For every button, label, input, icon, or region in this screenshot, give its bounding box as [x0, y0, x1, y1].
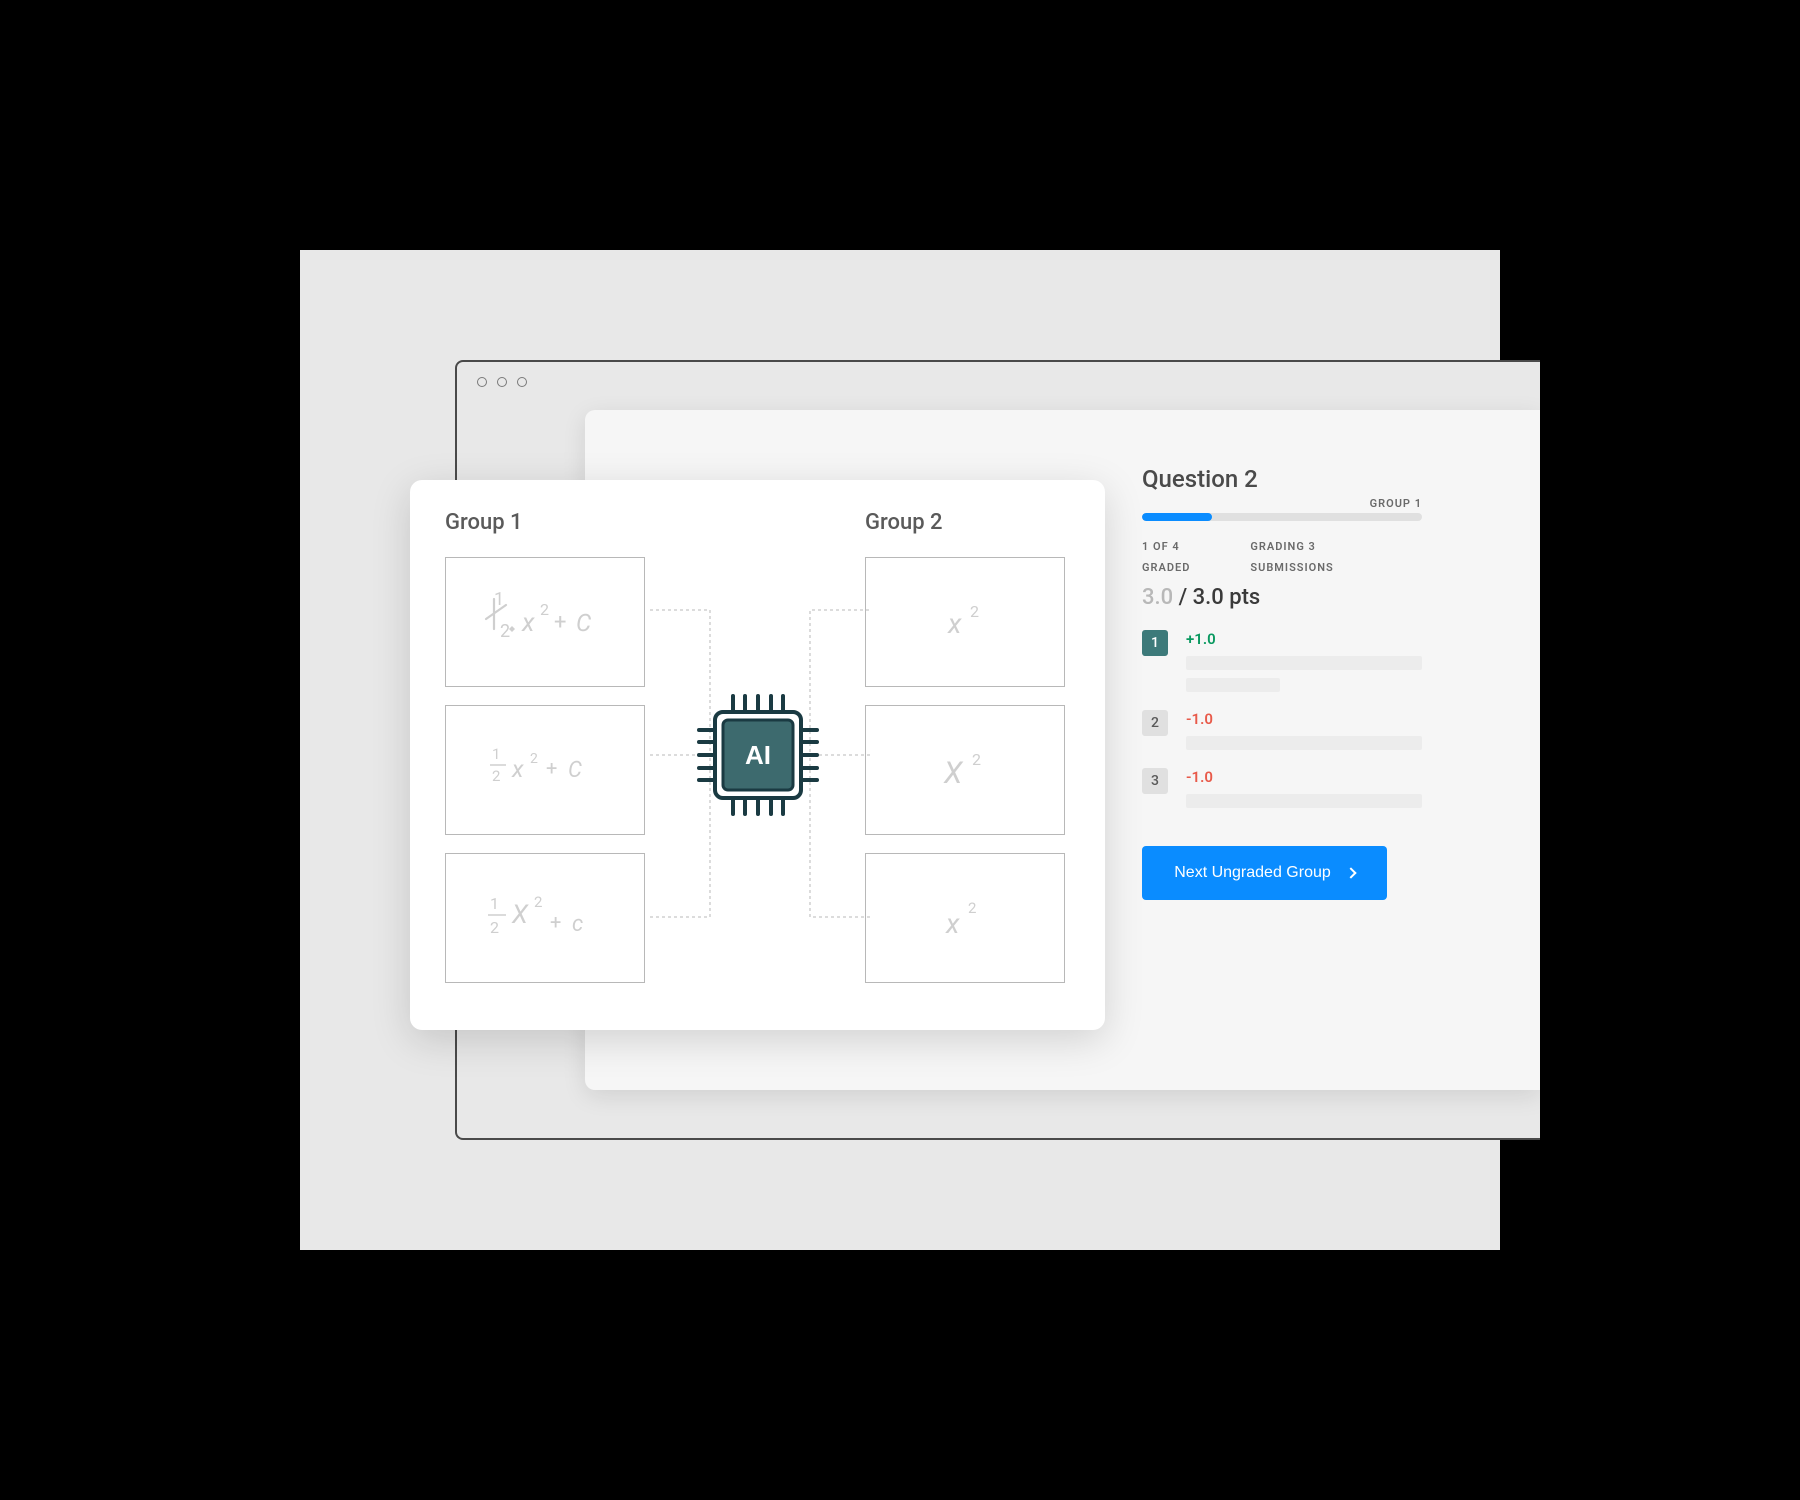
rubric-number[interactable]: 3 — [1142, 768, 1168, 794]
chevron-right-icon — [1345, 867, 1356, 878]
svg-text:X: X — [943, 756, 964, 791]
svg-text:C: C — [568, 758, 582, 783]
next-button-label: Next Ungraded Group — [1174, 864, 1331, 882]
rubric-body: -1.0 — [1186, 768, 1422, 816]
rubric-text-placeholder — [1186, 678, 1280, 692]
svg-text:x: x — [945, 907, 960, 940]
svg-text:x: x — [947, 607, 962, 640]
rubric-item[interactable]: 3 -1.0 — [1142, 768, 1422, 816]
answer-thumbnail[interactable]: x 2 — [865, 853, 1065, 983]
rubric-text-placeholder — [1186, 656, 1422, 670]
grading-stats: 1 OF 4 GRADED GRADING 3 SUBMISSIONS — [1142, 537, 1422, 579]
answer-thumbnail[interactable]: x 2 — [865, 557, 1065, 687]
svg-text:X: X — [511, 900, 529, 930]
svg-text:c: c — [572, 912, 583, 937]
points-total: 3.0 pts — [1193, 585, 1261, 610]
svg-text:1: 1 — [492, 745, 500, 763]
ai-connectors — [645, 555, 875, 995]
rubric-score: -1.0 — [1186, 710, 1422, 728]
svg-text:2: 2 — [490, 918, 499, 937]
rubric-body: -1.0 — [1186, 710, 1422, 758]
question-title: Question 2 — [1142, 465, 1422, 493]
group-title: Group 2 — [865, 510, 1070, 535]
group-column-2: Group 2 x 2 X 2 x 2 — [865, 510, 1070, 1000]
rubric-score: +1.0 — [1186, 630, 1422, 648]
svg-text:2: 2 — [968, 899, 976, 917]
points-earned: 3.0 — [1142, 585, 1173, 610]
window-control-dot[interactable] — [497, 377, 507, 387]
browser-chrome — [457, 362, 1540, 402]
ai-chip-icon: AI — [693, 690, 823, 820]
svg-text:+: + — [546, 756, 557, 780]
rubric-score: -1.0 — [1186, 768, 1422, 786]
svg-text:+: + — [554, 610, 566, 635]
answer-thumbnail[interactable]: 1 2 x 2 + C — [445, 705, 645, 835]
frame: Group 1 1 2 x 2 + C 1 — [300, 250, 1500, 1250]
graded-count: 1 OF 4 — [1142, 537, 1190, 558]
points-display: 3.0 / 3.0 pts — [1142, 585, 1422, 610]
grading-progress-fill — [1142, 513, 1212, 521]
svg-text:2: 2 — [492, 767, 500, 785]
window-control-dot[interactable] — [517, 377, 527, 387]
group-title: Group 1 — [445, 510, 650, 535]
grading-panel: Question 2 GROUP 1 1 OF 4 GRADED GRADING… — [1142, 465, 1422, 900]
svg-text:1: 1 — [490, 894, 499, 913]
next-ungraded-group-button[interactable]: Next Ungraded Group — [1142, 846, 1387, 900]
grading-progress-bar — [1142, 513, 1422, 521]
svg-text:+: + — [550, 910, 561, 934]
answer-thumbnail[interactable]: X 2 — [865, 705, 1065, 835]
svg-text:2: 2 — [972, 750, 981, 769]
svg-text:2: 2 — [530, 751, 538, 767]
rubric-text-placeholder — [1186, 794, 1422, 808]
svg-text:x: x — [511, 755, 524, 783]
svg-text:x: x — [521, 608, 535, 638]
graded-label: GRADED — [1142, 558, 1190, 579]
ai-chip-label: AI — [745, 740, 771, 770]
svg-text:2: 2 — [970, 602, 979, 621]
current-group-label: GROUP 1 — [1370, 497, 1422, 510]
window-control-dot[interactable] — [477, 377, 487, 387]
svg-text:2: 2 — [534, 893, 542, 911]
group-column-1: Group 1 1 2 x 2 + C 1 — [445, 510, 650, 1000]
svg-text:1: 1 — [494, 589, 504, 610]
rubric-list: 1 +1.0 2 -1.0 3 -1.0 — [1142, 630, 1422, 816]
answer-thumbnail[interactable]: 1 2 x 2 + C — [445, 557, 645, 687]
svg-text:C: C — [576, 609, 591, 637]
svg-text:2: 2 — [500, 621, 510, 642]
rubric-body: +1.0 — [1186, 630, 1422, 700]
grouping-card: Group 1 1 2 x 2 + C 1 — [410, 480, 1105, 1030]
grading-label: SUBMISSIONS — [1250, 558, 1333, 579]
rubric-number[interactable]: 1 — [1142, 630, 1168, 656]
rubric-text-placeholder — [1186, 736, 1422, 750]
rubric-item[interactable]: 2 -1.0 — [1142, 710, 1422, 758]
rubric-number[interactable]: 2 — [1142, 710, 1168, 736]
rubric-item[interactable]: 1 +1.0 — [1142, 630, 1422, 700]
grading-count: GRADING 3 — [1250, 537, 1333, 558]
svg-text:2: 2 — [540, 600, 549, 619]
answer-thumbnail[interactable]: 1 2 X 2 + c — [445, 853, 645, 983]
